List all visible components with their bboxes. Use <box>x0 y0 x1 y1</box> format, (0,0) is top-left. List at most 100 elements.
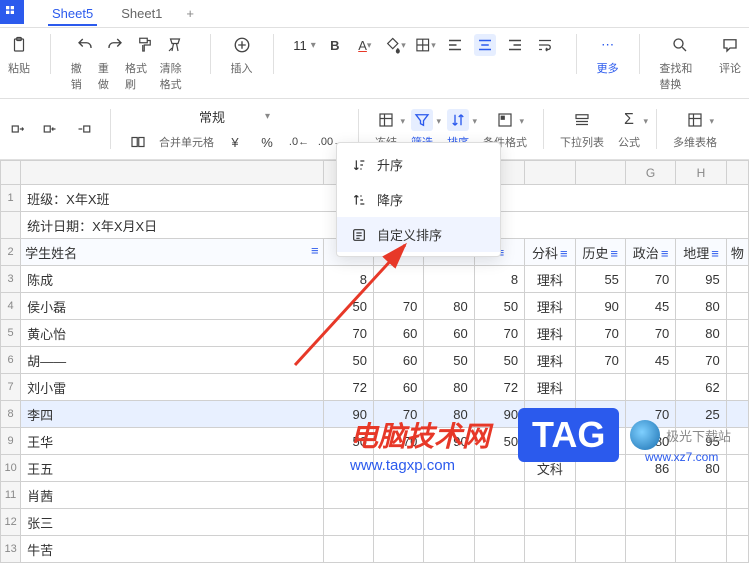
cell[interactable]: 理科 <box>525 293 575 320</box>
cell[interactable]: 50 <box>323 347 373 374</box>
cell[interactable] <box>525 482 575 509</box>
cell[interactable]: 72 <box>323 374 373 401</box>
cell[interactable]: 90 <box>424 428 474 455</box>
cell[interactable] <box>424 509 474 536</box>
cell[interactable]: 70 <box>575 347 625 374</box>
filter-icon[interactable]: ▾ <box>411 109 433 131</box>
row-hdr[interactable]: 13 <box>1 536 21 563</box>
multidim-icon[interactable]: ▾ <box>684 109 706 131</box>
hdr-geo[interactable]: 地理≡ <box>676 239 726 266</box>
cell[interactable]: 肖茜 <box>21 482 323 509</box>
cell[interactable] <box>474 536 524 563</box>
font-color-icon[interactable]: A▾ <box>354 34 376 56</box>
align-left-icon[interactable] <box>444 34 466 56</box>
cell[interactable] <box>625 482 675 509</box>
col-h[interactable]: H <box>676 161 726 185</box>
cell[interactable] <box>525 536 575 563</box>
cell[interactable]: 72 <box>474 374 524 401</box>
cell[interactable]: 70 <box>373 401 423 428</box>
cell[interactable]: 侯小磊 <box>21 293 323 320</box>
cell[interactable] <box>373 482 423 509</box>
row-hdr[interactable]: 12 <box>1 509 21 536</box>
cell[interactable]: 80 <box>424 374 474 401</box>
cell[interactable] <box>575 509 625 536</box>
paste-icon[interactable] <box>8 34 30 56</box>
cell[interactable]: 80 <box>424 293 474 320</box>
bold-icon[interactable]: B <box>324 34 346 56</box>
cell[interactable]: 80 <box>676 320 726 347</box>
find-replace-icon[interactable] <box>669 34 691 56</box>
freeze-icon[interactable]: ▾ <box>375 109 397 131</box>
row-hdr[interactable]: 6 <box>1 347 21 374</box>
row-2[interactable]: 2 <box>1 239 21 266</box>
merge-cells-icon[interactable] <box>127 131 149 153</box>
cell[interactable]: 45 <box>625 293 675 320</box>
hdr-name[interactable]: 学生姓名≡ <box>21 239 323 266</box>
cell[interactable]: 王华 <box>21 428 323 455</box>
cell[interactable]: 理科 <box>525 266 575 293</box>
border-icon[interactable]: ▾ <box>414 34 436 56</box>
align-center-icon[interactable] <box>474 34 496 56</box>
currency-icon[interactable]: ¥ <box>224 131 246 153</box>
cell[interactable]: 90 <box>575 293 625 320</box>
cell[interactable]: 70 <box>373 428 423 455</box>
cell[interactable] <box>424 455 474 482</box>
sort-custom-item[interactable]: 自定义排序 <box>337 217 500 252</box>
cell[interactable] <box>373 455 423 482</box>
cell[interactable]: 95 <box>676 266 726 293</box>
cell[interactable]: 50 <box>323 293 373 320</box>
cell[interactable]: 理科 <box>525 347 575 374</box>
insert-icon[interactable] <box>231 34 253 56</box>
cell[interactable]: 70 <box>323 320 373 347</box>
cell[interactable]: 70 <box>625 266 675 293</box>
row-hdr[interactable]: 3 <box>1 266 21 293</box>
cell[interactable] <box>726 320 748 347</box>
add-sheet-button[interactable]: + <box>176 2 204 25</box>
tab-sheet5[interactable]: Sheet5 <box>38 2 107 25</box>
cell[interactable] <box>373 509 423 536</box>
redo-icon[interactable] <box>104 34 126 56</box>
merge-icon-2[interactable] <box>40 118 62 140</box>
hdr-pol[interactable]: 政治≡ <box>625 239 675 266</box>
cell[interactable]: 50 <box>323 428 373 455</box>
row-hdr[interactable]: 8 <box>1 401 21 428</box>
cell[interactable] <box>726 266 748 293</box>
decimal-dec-icon[interactable]: .0← <box>288 131 310 153</box>
formula-icon[interactable]: Σ▾ <box>618 109 640 131</box>
cell[interactable]: 胡—— <box>21 347 323 374</box>
align-right-icon[interactable] <box>504 34 526 56</box>
cell[interactable]: 50 <box>474 293 524 320</box>
cond-format-icon[interactable]: ▾ <box>494 109 516 131</box>
cell[interactable]: 70 <box>676 347 726 374</box>
merge-icon-3[interactable] <box>72 118 94 140</box>
row-hdr[interactable]: 11 <box>1 482 21 509</box>
cell[interactable]: 牛苦 <box>21 536 323 563</box>
cell[interactable] <box>424 482 474 509</box>
cell[interactable] <box>323 455 373 482</box>
number-format-select[interactable]: 常规▾ <box>191 105 278 128</box>
cell[interactable]: 理科 <box>525 320 575 347</box>
cell[interactable]: 理科 <box>525 374 575 401</box>
cell[interactable]: 陈成 <box>21 266 323 293</box>
cell[interactable] <box>625 536 675 563</box>
format-painter-icon[interactable] <box>134 34 156 56</box>
cell[interactable] <box>575 374 625 401</box>
cell[interactable] <box>373 266 423 293</box>
cell[interactable] <box>323 482 373 509</box>
cell[interactable] <box>474 482 524 509</box>
cell[interactable] <box>474 455 524 482</box>
cell[interactable]: 王五 <box>21 455 323 482</box>
cell[interactable]: 50 <box>424 347 474 374</box>
sort-asc-item[interactable]: 升序 <box>337 147 500 182</box>
clear-format-icon[interactable] <box>164 34 186 56</box>
more-icon[interactable]: ⋯ <box>597 34 619 56</box>
cell[interactable] <box>424 536 474 563</box>
row-hdr[interactable]: 5 <box>1 320 21 347</box>
row-hdr[interactable]: 9 <box>1 428 21 455</box>
cell[interactable]: 刘小雷 <box>21 374 323 401</box>
cell[interactable] <box>676 509 726 536</box>
percent-icon[interactable]: % <box>256 131 278 153</box>
cell[interactable]: 8 <box>323 266 373 293</box>
cell[interactable] <box>625 509 675 536</box>
cell[interactable]: 80 <box>424 401 474 428</box>
